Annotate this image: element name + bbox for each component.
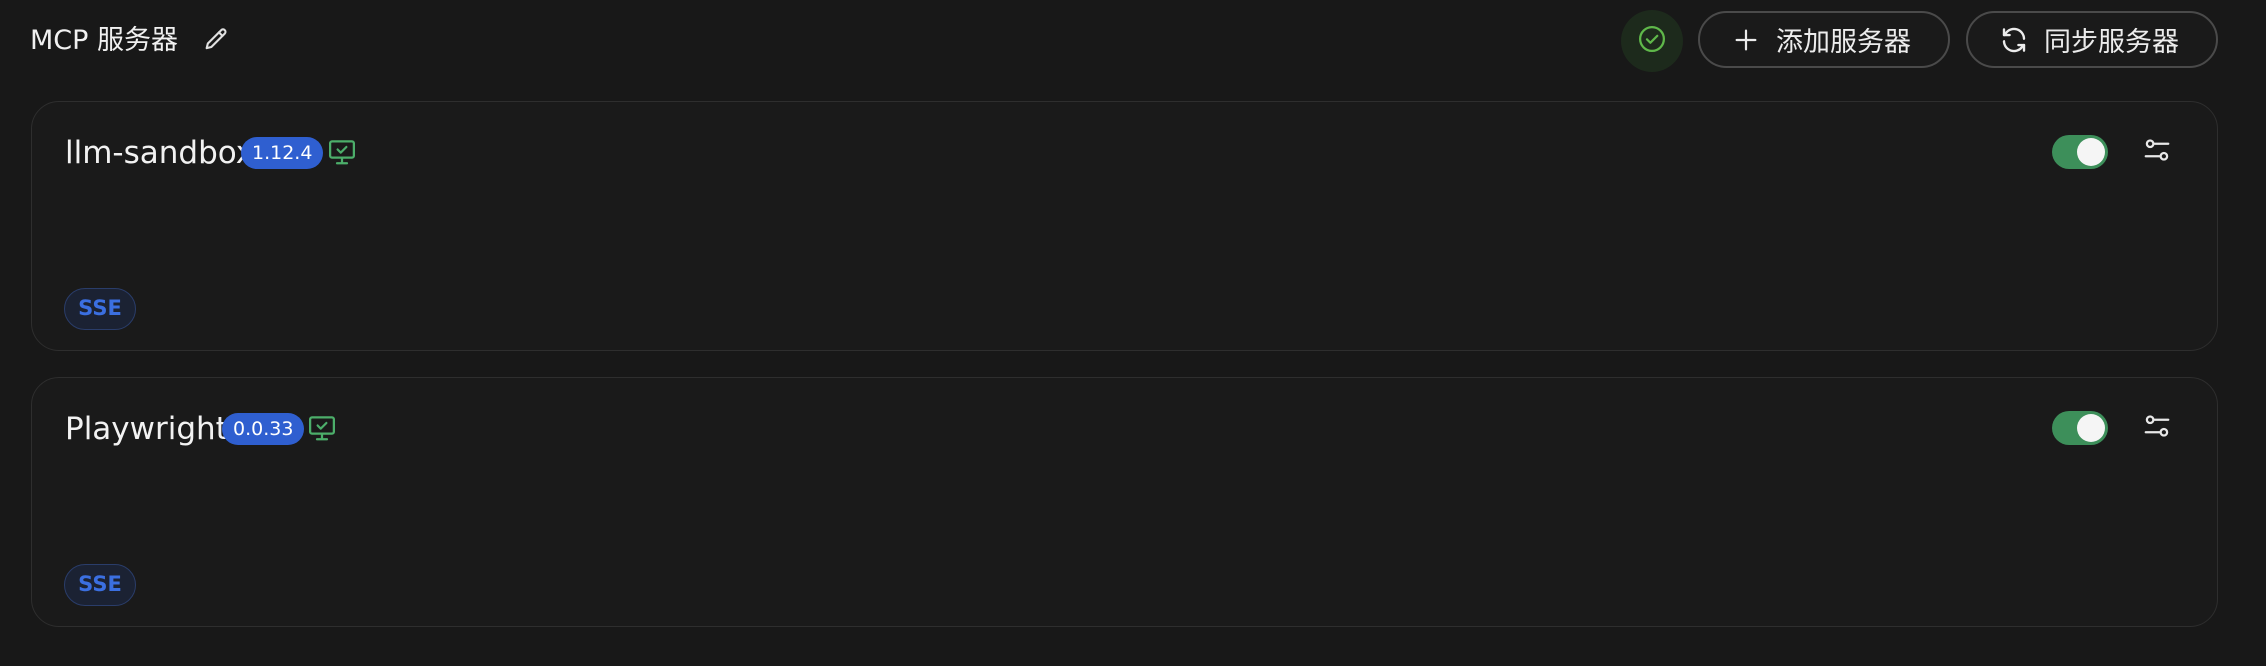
server-name: llm-sandbox — [65, 135, 255, 171]
page-header: MCP 服务器 添加服务器 同步服务器 — [0, 0, 2266, 82]
connection-status-button[interactable] — [1621, 10, 1683, 72]
refresh-icon — [1998, 24, 2030, 56]
server-enable-toggle[interactable] — [2052, 135, 2108, 169]
sliders-icon — [2142, 411, 2172, 445]
version-badge: 0.0.33 — [222, 413, 305, 445]
sliders-icon — [2142, 135, 2172, 169]
monitor-check-icon — [306, 412, 338, 444]
toggle-knob — [2077, 414, 2105, 442]
edit-title-button[interactable] — [200, 26, 232, 58]
server-card[interactable]: llm-sandbox 1.12.4 SSE — [31, 101, 2218, 351]
server-card[interactable]: Playwright 0.0.33 SSE — [31, 377, 2218, 627]
transport-badge: SSE — [64, 288, 136, 330]
server-name: Playwright — [65, 411, 228, 447]
add-server-button[interactable]: 添加服务器 — [1698, 11, 1950, 68]
plus-icon — [1730, 24, 1762, 56]
version-badge: 1.12.4 — [241, 137, 324, 169]
add-server-label: 添加服务器 — [1776, 27, 1911, 58]
check-circle-icon — [1637, 24, 1667, 58]
transport-badge: SSE — [64, 564, 136, 606]
server-settings-button[interactable] — [2140, 135, 2174, 169]
sync-server-label: 同步服务器 — [2044, 27, 2179, 58]
monitor-check-icon — [326, 136, 358, 168]
pencil-icon — [202, 26, 230, 58]
server-enable-toggle[interactable] — [2052, 411, 2108, 445]
sync-server-button[interactable]: 同步服务器 — [1966, 11, 2218, 68]
toggle-knob — [2077, 138, 2105, 166]
server-settings-button[interactable] — [2140, 411, 2174, 445]
page-title: MCP 服务器 — [30, 25, 179, 56]
